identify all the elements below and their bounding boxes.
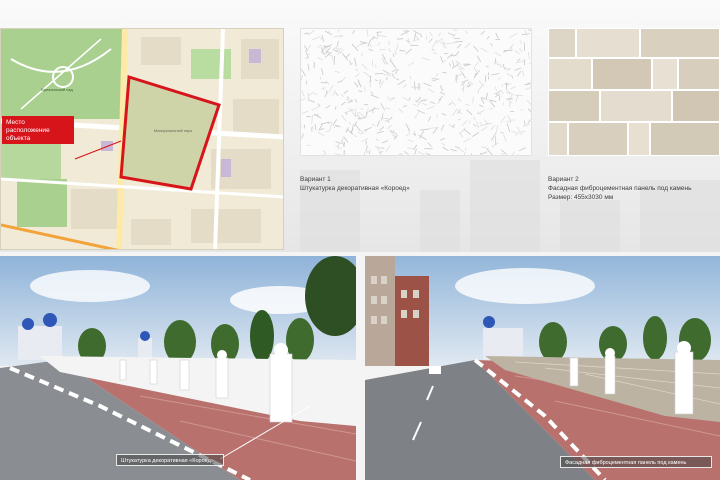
photo2-label: Фасадная фиброцементная панель под камен… — [560, 456, 712, 468]
street-photo-plaster — [0, 256, 356, 480]
street-photo-stone-panel — [365, 256, 720, 480]
variant1-caption: Вариант 1 Штукатурка декоративная «Корое… — [300, 175, 540, 193]
variant1-title: Вариант 1 — [300, 176, 331, 183]
variant2-caption: Вариант 2 Фасадная фиброцементная панель… — [548, 175, 720, 202]
map-label-memorial-park: Мемориальный парк — [154, 128, 193, 133]
stone-panel-swatch — [548, 28, 720, 156]
photo1-label: Штукатурка декоративная «Короед» — [116, 454, 224, 466]
variant2-description: Фасадная фиброцементная панель под камен… — [548, 185, 692, 192]
map-label-garden: Бризлинский сад — [41, 87, 73, 92]
variant1-description: Штукатурка декоративная «Короед» — [300, 185, 410, 192]
variant2-title: Вариант 2 — [548, 176, 579, 183]
map-location-callout: Место расположение объекта — [2, 116, 74, 144]
variant2-size: Размер: 455х3030 мм — [548, 194, 614, 201]
plaster-texture-swatch — [300, 28, 532, 156]
